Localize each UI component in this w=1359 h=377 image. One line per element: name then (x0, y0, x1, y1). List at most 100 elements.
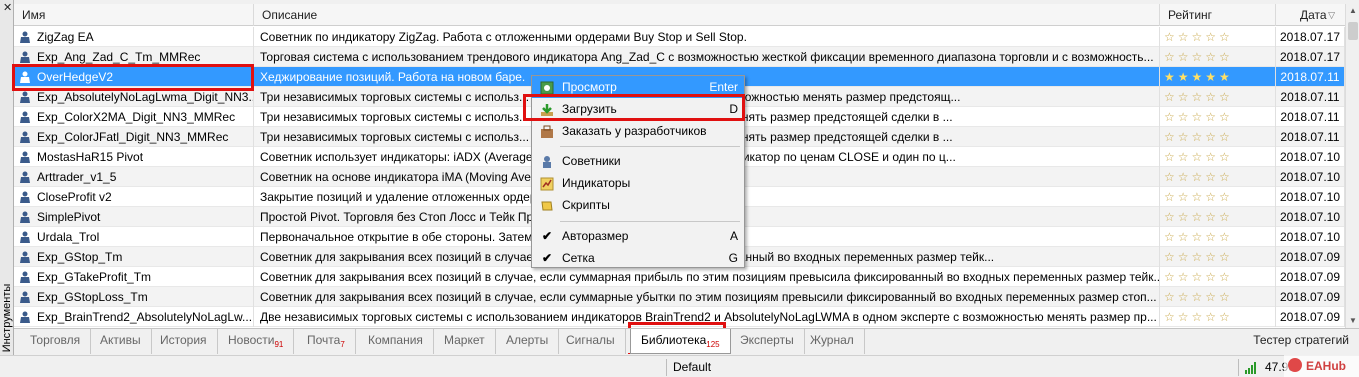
cell-name: Exp_GStopLoss_Tm (14, 287, 254, 307)
scroll-down-icon[interactable]: ▼ (1346, 314, 1359, 328)
cell-date: 2018.07.10 (1276, 187, 1345, 207)
check-icon: ✔ (541, 251, 553, 265)
cell-date: 2018.07.17 (1276, 27, 1345, 47)
column-header-rating[interactable]: Рейтинг (1160, 4, 1276, 26)
tab-market[interactable]: Маркет (434, 329, 496, 354)
cell-date: 2018.07.09 (1276, 287, 1345, 307)
scripts-icon (540, 198, 554, 212)
menu-item-download[interactable]: Загрузить D (532, 98, 744, 120)
tab-news[interactable]: Новости91 (218, 329, 295, 354)
cell-name: Exp_Ang_Zad_C_Tm_MMRec (14, 47, 254, 67)
scroll-thumb[interactable] (1348, 22, 1358, 40)
table-row[interactable]: Exp_BrainTrend2_AbsolutelyNoLagLw... Две … (14, 307, 1345, 327)
table-row[interactable]: ZigZag EA Советник по индикатору ZigZag. … (14, 27, 1345, 47)
tab-strategy-tester[interactable]: Тестер стратегий (1243, 329, 1359, 354)
cell-rating: ☆☆☆☆☆ (1160, 127, 1276, 147)
cell-date: 2018.07.11 (1276, 107, 1345, 127)
cell-name: Urdala_Trol (14, 227, 254, 247)
cell-date: 2018.07.11 (1276, 87, 1345, 107)
cell-rating: ☆☆☆☆☆ (1160, 47, 1276, 67)
tab-history[interactable]: История (150, 329, 218, 354)
rating-stars-icon: ☆☆☆☆☆ (1164, 250, 1233, 264)
rating-stars-icon: ☆☆☆☆☆ (1164, 290, 1233, 304)
rating-stars-icon: ☆☆☆☆☆ (1164, 210, 1233, 224)
menu-item-preview[interactable]: Просмотр Enter (532, 76, 744, 98)
eahub-logo-icon (1288, 358, 1302, 372)
cell-rating: ★★★★★ (1160, 67, 1276, 87)
cell-rating: ☆☆☆☆☆ (1160, 107, 1276, 127)
cell-date: 2018.07.09 (1276, 267, 1345, 287)
cell-description: Советник для закрывания всех позиций в с… (254, 267, 1160, 287)
tab-experts[interactable]: Эксперты (730, 329, 805, 354)
column-header-date[interactable]: Дата ▽ (1276, 4, 1345, 26)
tab-mail[interactable]: Почта7 (297, 329, 356, 354)
cell-name: Exp_ColorX2MA_Digit_NN3_MMRec (14, 107, 254, 127)
cell-date: 2018.07.17 (1276, 47, 1345, 67)
menu-item-scripts[interactable]: Скрипты (532, 194, 744, 216)
status-divider (666, 359, 667, 376)
context-menu: Просмотр Enter Загрузить D Заказать у ра… (531, 75, 745, 268)
cell-rating: ☆☆☆☆☆ (1160, 27, 1276, 47)
rating-stars-icon: ☆☆☆☆☆ (1164, 310, 1233, 324)
cell-name: Exp_ColorJFatl_Digit_NN3_MMRec (14, 127, 254, 147)
tab-exposure[interactable]: Активы (90, 329, 152, 354)
cell-date: 2018.07.10 (1276, 227, 1345, 247)
menu-separator (560, 146, 740, 147)
menu-item-autosize[interactable]: ✔ Авторазмер A (532, 225, 744, 247)
menu-item-indicators[interactable]: Индикаторы (532, 172, 744, 194)
cell-rating: ☆☆☆☆☆ (1160, 207, 1276, 227)
close-icon[interactable]: ✕ (3, 1, 12, 14)
cell-date: 2018.07.11 (1276, 127, 1345, 147)
cell-rating: ☆☆☆☆☆ (1160, 267, 1276, 287)
preview-icon (540, 80, 554, 95)
menu-separator (560, 221, 740, 222)
cell-name: Exp_GTakeProfit_Tm (14, 267, 254, 287)
tab-trade[interactable]: Торговля (20, 329, 92, 354)
rating-stars-icon: ☆☆☆☆☆ (1164, 50, 1233, 64)
cell-date: 2018.07.10 (1276, 167, 1345, 187)
terminal-tabs: Торговля Активы История Новости91 Почта7… (14, 328, 1359, 354)
status-divider (1238, 359, 1239, 376)
rating-stars-icon: ☆☆☆☆☆ (1164, 270, 1233, 284)
rating-stars-icon: ☆☆☆☆☆ (1164, 170, 1233, 184)
cell-date: 2018.07.10 (1276, 147, 1345, 167)
tab-library[interactable]: Библиотека125 (630, 329, 731, 354)
menu-item-grid[interactable]: ✔ Сетка G (532, 247, 744, 269)
table-row[interactable]: Exp_GTakeProfit_Tm Советник для закрывани… (14, 267, 1345, 287)
scroll-up-icon[interactable]: ▲ (1346, 4, 1359, 18)
cell-description: Торговая система с использованием трендо… (254, 47, 1160, 67)
column-header-description[interactable]: Описание (254, 4, 1160, 26)
cell-rating: ☆☆☆☆☆ (1160, 87, 1276, 107)
cell-name: MostasHaR15 Pivot (14, 147, 254, 167)
news-count-badge: 91 (274, 340, 284, 349)
column-header-name[interactable]: Имя (14, 4, 254, 26)
rating-stars-icon: ☆☆☆☆☆ (1164, 190, 1233, 204)
rating-stars-icon: ☆☆☆☆☆ (1164, 30, 1233, 44)
rating-stars-icon: ☆☆☆☆☆ (1164, 110, 1233, 124)
cell-rating: ☆☆☆☆☆ (1160, 187, 1276, 207)
toolbox-side-strip: ✕ Инструменты (0, 0, 14, 355)
cell-name: CloseProfit v2 (14, 187, 254, 207)
menu-item-order-development[interactable]: Заказать у разработчиков (532, 120, 744, 142)
check-icon: ✔ (541, 229, 553, 243)
cell-name: Exp_BrainTrend2_AbsolutelyNoLagLw... (14, 307, 254, 327)
rating-stars-icon: ☆☆☆☆☆ (1164, 150, 1233, 164)
vertical-scrollbar[interactable]: ▲ ▼ (1345, 4, 1359, 328)
tab-alerts[interactable]: Алерты (496, 329, 560, 354)
cell-date: 2018.07.09 (1276, 247, 1345, 267)
tab-signals[interactable]: Сигналы (556, 329, 626, 354)
tab-company[interactable]: Компания (358, 329, 434, 354)
tab-journal[interactable]: Журнал (800, 329, 865, 354)
toolbox-title: Инструменты (1, 283, 13, 353)
watermark: EAHub (1284, 355, 1359, 377)
cell-rating: ☆☆☆☆☆ (1160, 147, 1276, 167)
cell-rating: ☆☆☆☆☆ (1160, 307, 1276, 327)
cell-date: 2018.07.09 (1276, 307, 1345, 327)
menu-item-experts[interactable]: Советники (532, 150, 744, 172)
mail-count-badge: 7 (340, 340, 345, 349)
status-profile: Default (673, 360, 712, 374)
table-row[interactable]: Exp_Ang_Zad_C_Tm_MMRec Торговая система с… (14, 47, 1345, 67)
cell-date: 2018.07.10 (1276, 207, 1345, 227)
rating-stars-icon: ★★★★★ (1164, 70, 1233, 84)
table-row[interactable]: Exp_GStopLoss_Tm Советник для закрывания … (14, 287, 1345, 307)
